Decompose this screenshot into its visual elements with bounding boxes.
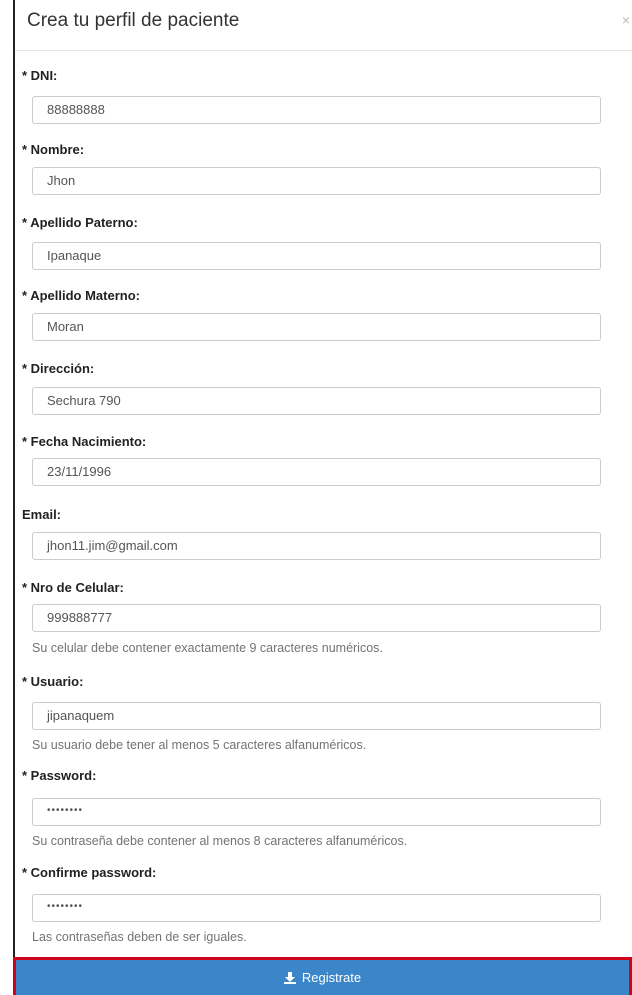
submit-highlight: Registrate: [13, 957, 632, 995]
direccion-input[interactable]: Sechura 790: [32, 387, 601, 415]
confirm-password-help: Las contraseñas deben de ser iguales.: [32, 930, 247, 944]
register-button-label: Registrate: [301, 970, 362, 985]
apellido-materno-label: * Apellido Materno:: [22, 288, 140, 303]
download-icon: [283, 971, 296, 984]
dni-label: * DNI:: [22, 68, 58, 83]
apellido-paterno-input[interactable]: Ipanaque: [32, 242, 601, 270]
celular-help: Su celular debe contener exactamente 9 c…: [32, 641, 383, 655]
usuario-input[interactable]: jipanaquem: [32, 702, 601, 730]
nombre-input[interactable]: Jhon: [32, 167, 601, 195]
modal-title: Crea tu perfil de paciente: [27, 10, 240, 31]
email-label: Email:: [22, 507, 62, 522]
usuario-label: * Usuario:: [22, 674, 84, 689]
email-input[interactable]: jhon11.jim@gmail.com: [32, 532, 601, 560]
fecha-label: * Fecha Nacimiento:: [22, 434, 147, 449]
direccion-label: * Dirección:: [22, 361, 95, 376]
confirm-password-label: * Confirme password:: [22, 865, 157, 880]
close-icon[interactable]: ×: [622, 12, 630, 28]
apellido-paterno-label: * Apellido Paterno:: [22, 215, 138, 230]
fecha-input[interactable]: 23/11/1996: [32, 458, 601, 486]
nombre-label: * Nombre:: [22, 142, 85, 157]
dni-input[interactable]: 88888888: [32, 96, 601, 124]
password-label: * Password:: [22, 768, 97, 783]
register-button[interactable]: Registrate: [16, 960, 629, 995]
password-help: Su contraseña debe contener al menos 8 c…: [32, 834, 408, 848]
celular-input[interactable]: 999888777: [32, 604, 601, 632]
confirm-password-input[interactable]: ••••••••: [32, 894, 601, 922]
celular-label: * Nro de Celular:: [22, 580, 124, 595]
password-input[interactable]: ••••••••: [32, 798, 601, 826]
usuario-help: Su usuario debe tener al menos 5 caracte…: [32, 738, 367, 752]
apellido-materno-input[interactable]: Moran: [32, 313, 601, 341]
modal-header: Crea tu perfil de paciente ×: [15, 0, 632, 51]
